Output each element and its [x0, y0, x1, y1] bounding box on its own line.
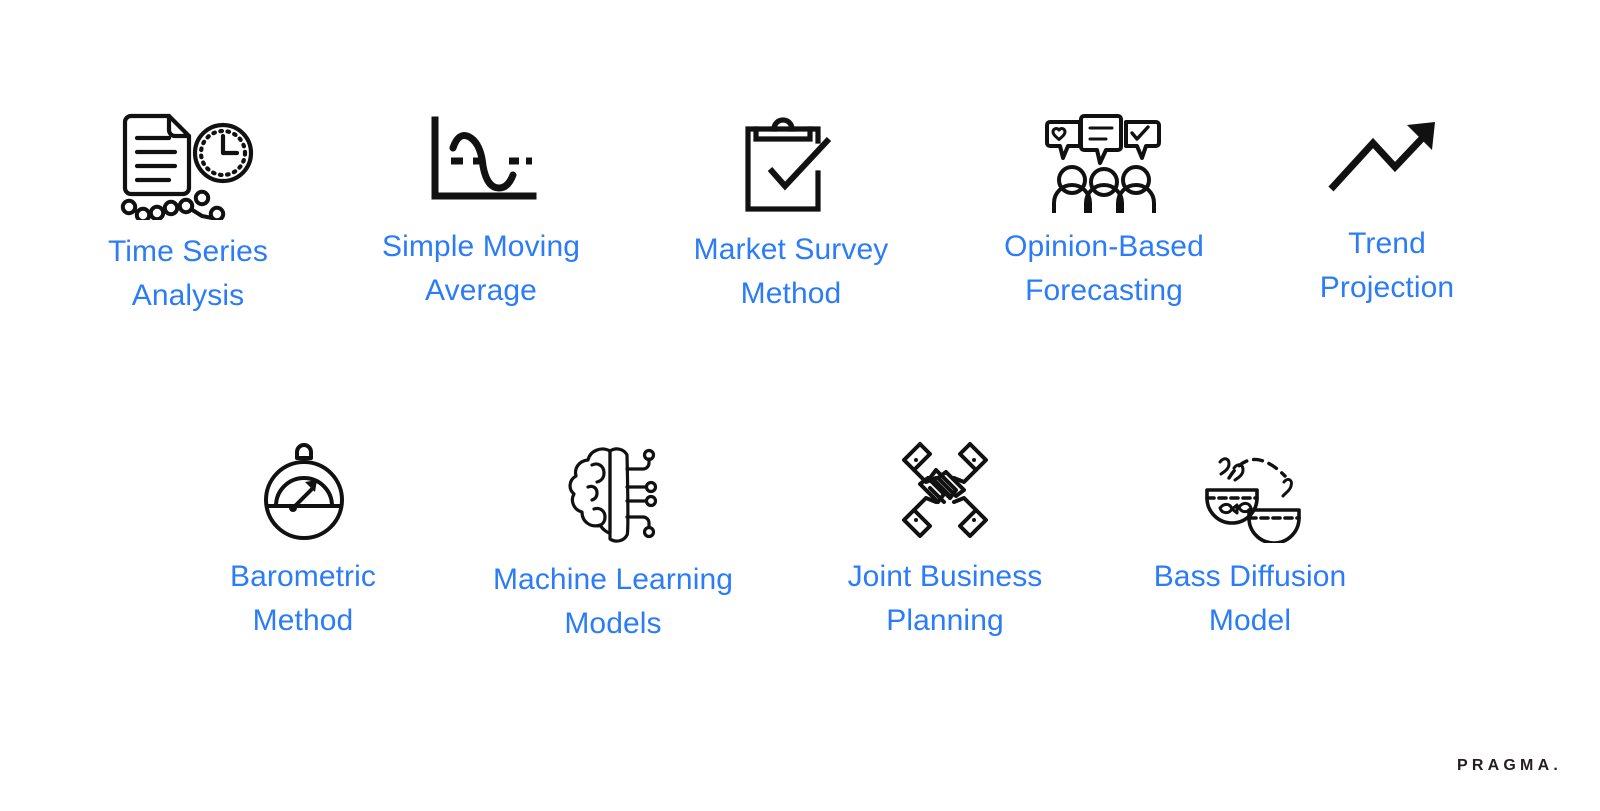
axis-wave-dotted-line-icon: [421, 95, 541, 225]
clipboard-checkmark-icon: [736, 98, 846, 228]
card-label: Machine Learning Models: [492, 563, 734, 641]
card-label: Trend Projection: [1319, 227, 1455, 305]
card-joint-business-planning[interactable]: Joint Business Planning: [815, 425, 1075, 643]
barometer-gauge-icon: [253, 425, 353, 555]
four-hands-teamwork-icon: [890, 425, 1000, 555]
card-label: Barometric Method: [229, 560, 377, 638]
card-label: Simple Moving Average: [381, 230, 581, 308]
icon-grid-board: Time Series Analysis Simple Moving Avera…: [0, 0, 1600, 811]
people-speech-bubbles-icon: [1044, 95, 1164, 225]
brain-circuit-icon: [558, 428, 668, 558]
document-clock-linechart-icon: [113, 100, 263, 230]
card-label: Bass Diffusion Model: [1153, 560, 1347, 638]
card-opinion-based-forecasting[interactable]: Opinion-Based Forecasting: [975, 95, 1233, 313]
card-market-survey-method[interactable]: Market Survey Method: [662, 98, 920, 316]
brand-logo: PRAGMA.: [1457, 757, 1562, 774]
card-trend-projection[interactable]: Trend Projection: [1258, 92, 1516, 310]
card-label: Opinion-Based Forecasting: [1004, 230, 1204, 308]
card-label: Time Series Analysis: [107, 235, 269, 313]
fish-bowls-jumping-fish-icon: [1193, 425, 1308, 555]
card-time-series-analysis[interactable]: Time Series Analysis: [58, 100, 318, 318]
card-barometric-method[interactable]: Barometric Method: [173, 425, 433, 643]
card-bass-diffusion-model[interactable]: Bass Diffusion Model: [1120, 425, 1380, 643]
card-machine-learning-models[interactable]: Machine Learning Models: [483, 428, 743, 646]
card-simple-moving-average[interactable]: Simple Moving Average: [352, 95, 610, 313]
card-label: Market Survey Method: [693, 233, 889, 311]
card-label: Joint Business Planning: [847, 560, 1043, 638]
zigzag-up-arrow-icon: [1325, 92, 1450, 222]
